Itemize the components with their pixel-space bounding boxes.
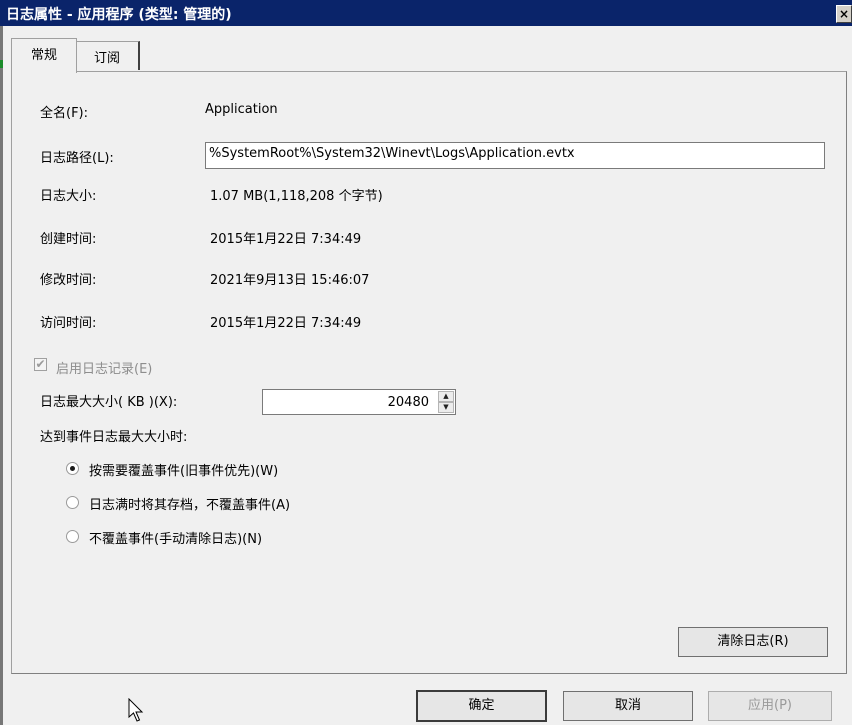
- full-name-value: Application: [205, 102, 278, 117]
- ok-button[interactable]: 确定: [416, 690, 547, 722]
- window-title: 日志属性 - 应用程序 (类型: 管理的): [6, 7, 232, 23]
- tab-subscriptions[interactable]: 订阅: [75, 41, 140, 70]
- close-icon[interactable]: ×: [836, 5, 852, 23]
- log-path-field[interactable]: %SystemRoot%\System32\Winevt\Logs\Applic…: [205, 142, 825, 169]
- max-size-stepper[interactable]: 20480 ▲ ▼: [262, 389, 456, 415]
- overwrite-as-needed-label[interactable]: 按需要覆盖事件(旧事件优先)(W): [89, 460, 278, 479]
- cancel-button[interactable]: 取消: [563, 691, 693, 721]
- created-value: 2015年1月22日 7:34:49: [210, 232, 362, 247]
- window-edge-accent: [0, 60, 3, 68]
- tab-subscriptions-label: 订阅: [93, 51, 120, 66]
- spin-down-icon[interactable]: ▼: [438, 402, 454, 413]
- created-label: 创建时间:: [40, 232, 97, 247]
- when-max-size-label: 达到事件日志最大大小时:: [40, 430, 188, 445]
- do-not-overwrite-radio[interactable]: [66, 530, 79, 543]
- enable-logging-checkbox[interactable]: ✔: [34, 358, 47, 371]
- modified-label: 修改时间:: [40, 273, 97, 288]
- log-size-label: 日志大小:: [40, 189, 97, 204]
- log-path-label: 日志路径(L):: [40, 151, 114, 166]
- accessed-label: 访问时间:: [40, 316, 97, 331]
- apply-button[interactable]: 应用(P): [708, 691, 832, 721]
- modified-value: 2021年9月13日 15:46:07: [210, 273, 370, 288]
- mouse-pointer-icon: [128, 698, 144, 722]
- archive-when-full-label[interactable]: 日志满时将其存档，不覆盖事件(A): [89, 494, 290, 513]
- tab-general[interactable]: 常规: [11, 38, 77, 73]
- overwrite-as-needed-radio[interactable]: [66, 462, 79, 475]
- enable-logging-label: 启用日志记录(E): [56, 362, 153, 377]
- tab-general-label: 常规: [30, 48, 57, 63]
- spin-up-icon[interactable]: ▲: [438, 391, 454, 402]
- title-bar: 日志属性 - 应用程序 (类型: 管理的) ×: [0, 0, 852, 26]
- log-size-value: 1.07 MB(1,118,208 个字节): [210, 189, 383, 204]
- do-not-overwrite-label[interactable]: 不覆盖事件(手动清除日志)(N): [89, 528, 262, 547]
- max-size-label: 日志最大大小( KB )(X):: [40, 395, 178, 410]
- archive-when-full-radio[interactable]: [66, 496, 79, 509]
- full-name-label: 全名(F):: [40, 106, 89, 121]
- max-size-value[interactable]: 20480: [388, 395, 429, 410]
- accessed-value: 2015年1月22日 7:34:49: [210, 316, 362, 331]
- window-left-edge: [0, 26, 3, 725]
- clear-log-button[interactable]: 清除日志(R): [678, 627, 828, 657]
